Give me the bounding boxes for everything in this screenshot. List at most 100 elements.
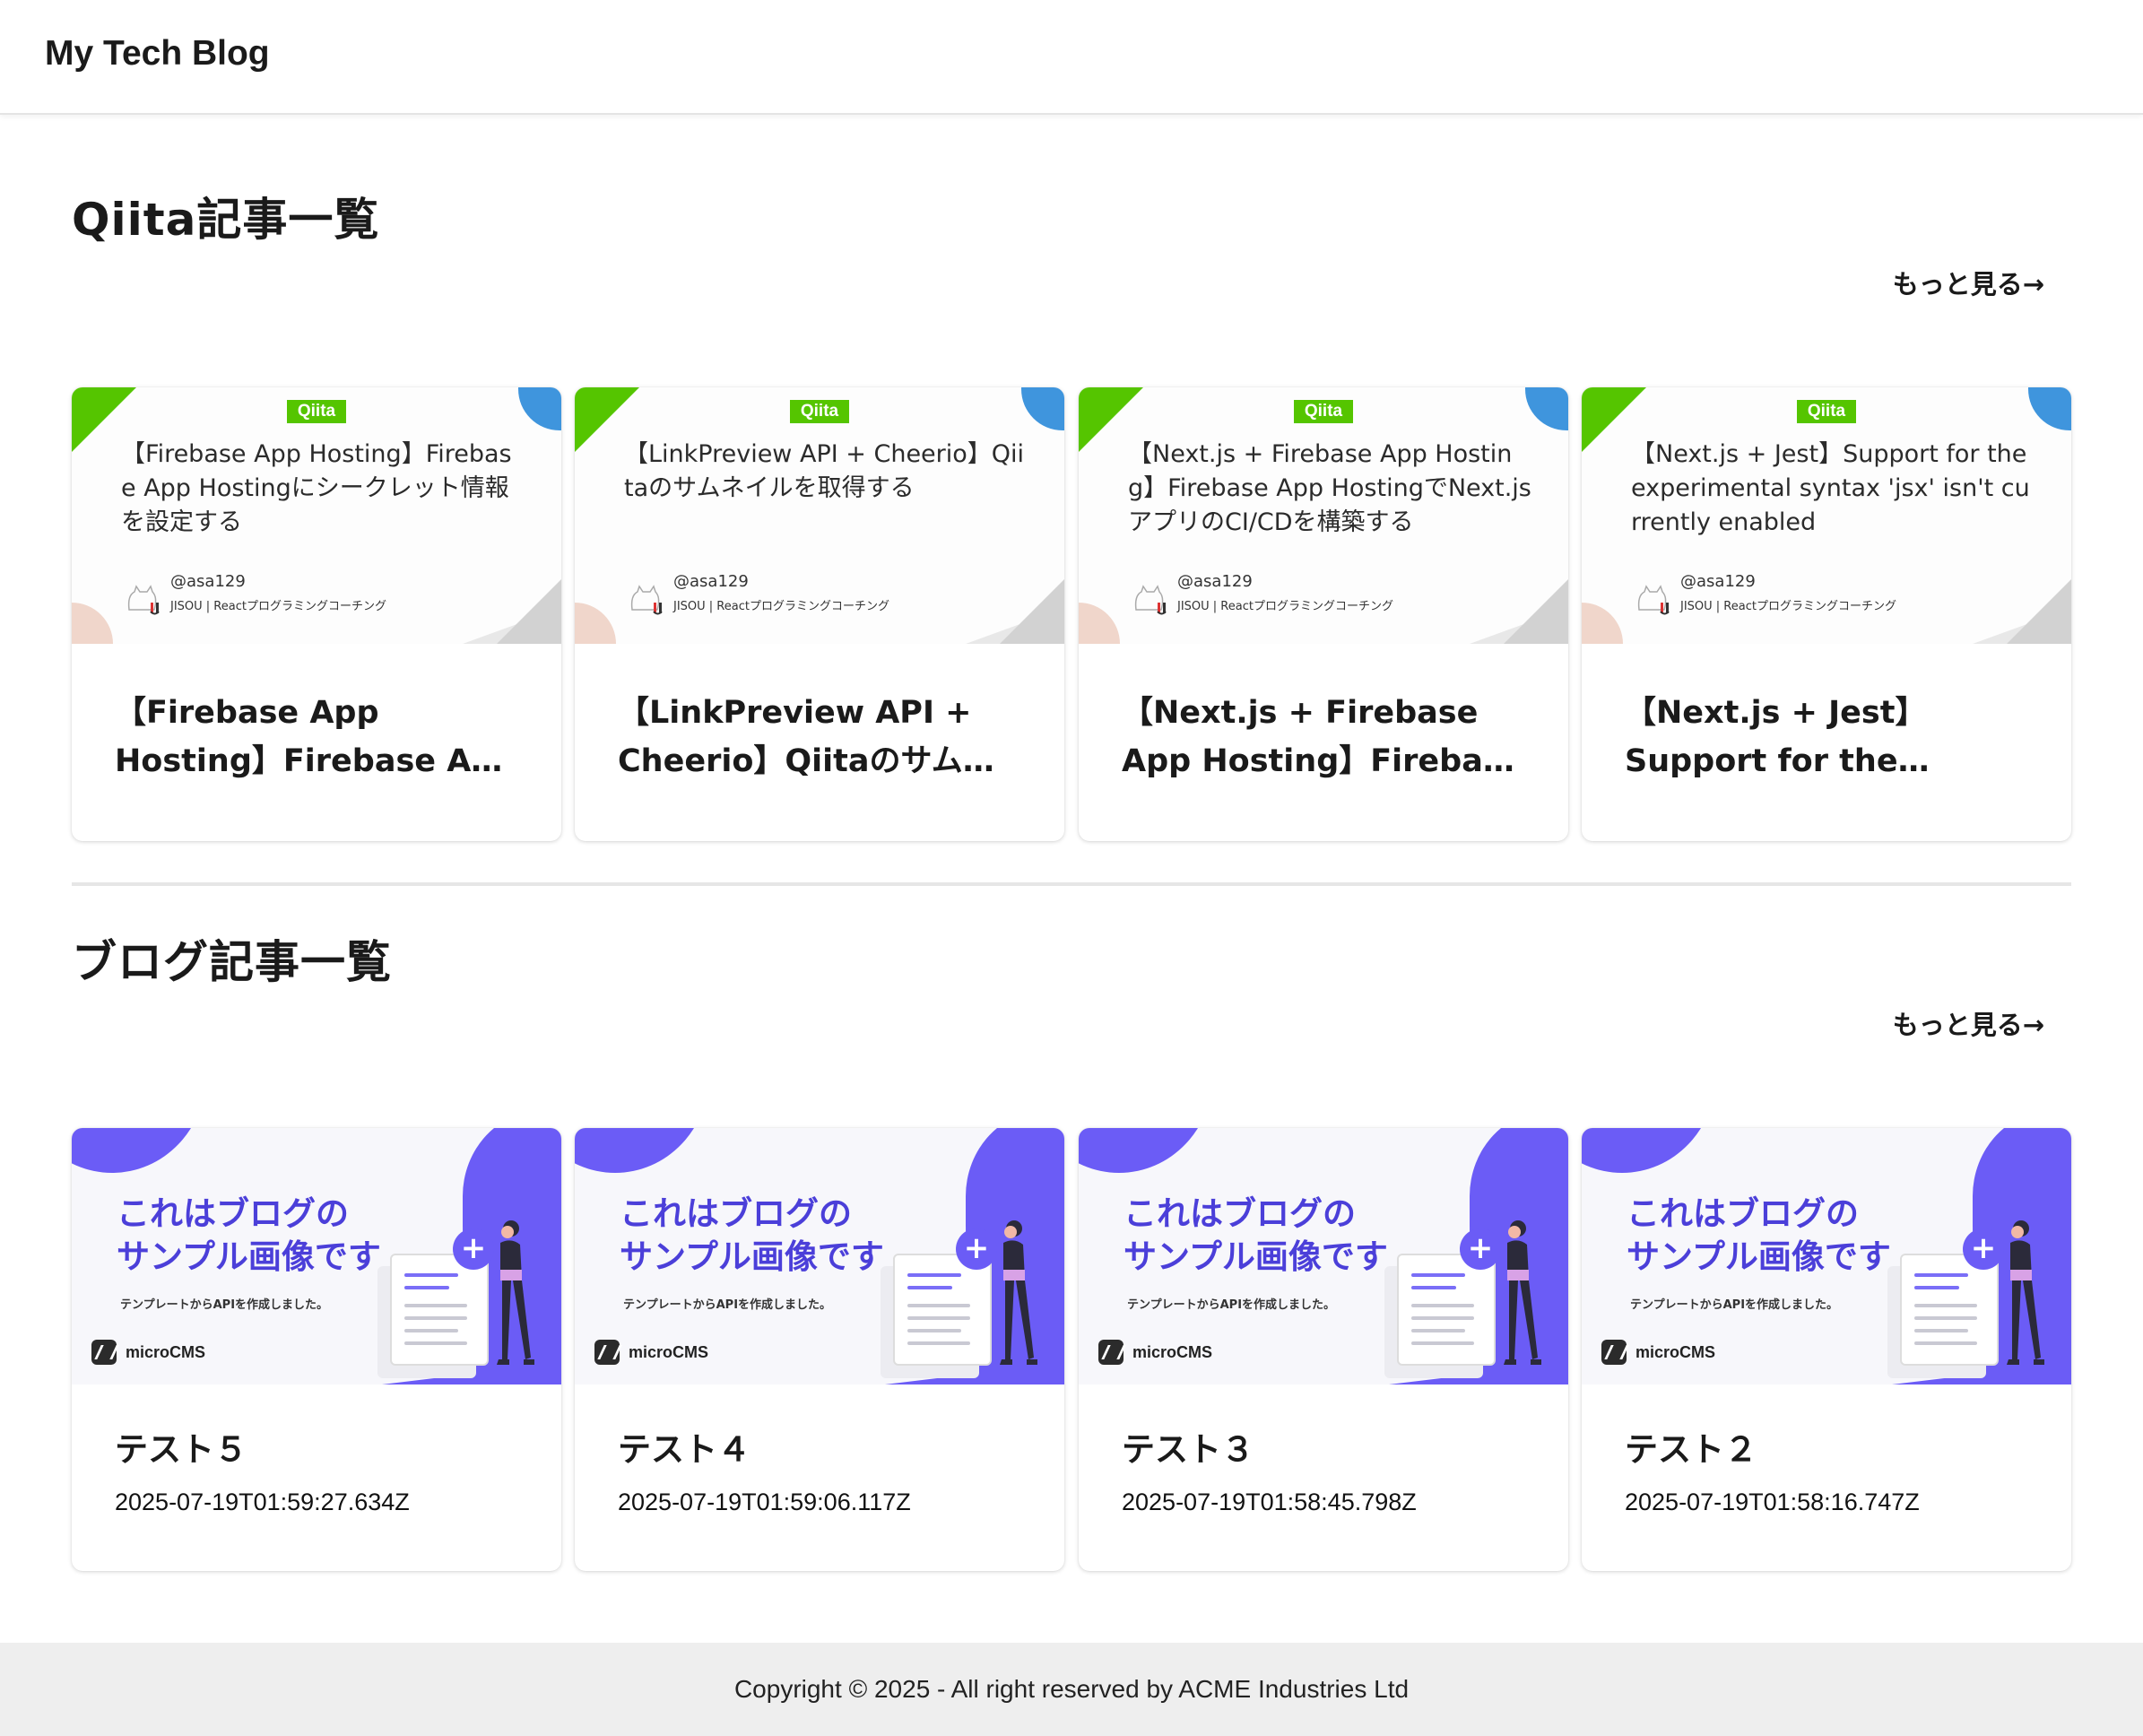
thumbnail-title: 【LinkPreview API + Cheerio】Qiitaのサムネイルを取… <box>624 440 1025 502</box>
microcms-brand: microCMS <box>126 1342 206 1361</box>
qiita-article-card[interactable]: Qiita 【Firebase App Hosting】Firebase App… <box>72 387 561 841</box>
headline-line-2: サンプル画像です <box>1124 1237 1388 1276</box>
cat-avatar-icon <box>630 585 663 615</box>
microcms-logo: microCMS <box>91 1340 205 1365</box>
thumbnail-subtext: テンプレートからAPIを作成しました。 <box>120 1298 329 1312</box>
thumbnail-headline: これはブログの サンプル画像です <box>1124 1193 1388 1279</box>
purple-blob-shape <box>575 1128 709 1173</box>
blog-thumbnail: これはブログの サンプル画像です テンプレートからAPIを作成しました。 mic… <box>72 1128 561 1384</box>
document-illustration <box>893 1254 992 1366</box>
blog-more-link[interactable]: もっと見る→ <box>1893 1004 2044 1042</box>
pink-corner-shape <box>1079 603 1120 644</box>
qiita-article-card[interactable]: Qiita 【LinkPreview API + Cheerio】Qiitaのサ… <box>575 387 1064 841</box>
card-title[interactable]: テスト３ <box>1122 1429 1525 1471</box>
author-name: @asa129 <box>673 572 749 591</box>
headline-line-1: これはブログの <box>620 1194 852 1233</box>
person-illustration <box>1504 1220 1541 1365</box>
document-illustration <box>390 1254 489 1366</box>
blog-thumbnail: これはブログの サンプル画像です テンプレートからAPIを作成しました。 mic… <box>575 1128 1064 1384</box>
pink-corner-shape <box>72 603 113 644</box>
section-divider <box>72 882 2071 886</box>
purple-blob-shape <box>1582 1128 1716 1173</box>
qiita-section-title: Qiita記事一覧 <box>72 194 380 246</box>
card-title[interactable]: 【Next.js + Jest】Support for the experime… <box>1625 689 2028 786</box>
site-title[interactable]: My Tech Blog <box>45 34 270 74</box>
card-title[interactable]: 【Firebase App Hosting】Firebase App Hosti… <box>115 689 518 786</box>
blog-thumbnail: これはブログの サンプル画像です テンプレートからAPIを作成しました。 mic… <box>1582 1128 2071 1384</box>
card-title[interactable]: テスト５ <box>115 1429 518 1471</box>
microcms-logo: microCMS <box>1098 1340 1212 1365</box>
qiita-article-card[interactable]: Qiita 【Next.js + Firebase App Hosting】Fi… <box>1079 387 1568 841</box>
blog-section-title: ブログ記事一覧 <box>72 936 392 988</box>
qiita-thumbnail: Qiita 【Next.js + Firebase App Hosting】Fi… <box>1079 387 1568 644</box>
site-footer: Copyright © 2025 - All right reserved by… <box>0 1643 2143 1736</box>
card-title[interactable]: 【Next.js + Firebase App Hosting】Firebase… <box>1122 689 1525 786</box>
copyright-text: Copyright © 2025 - All right reserved by… <box>733 1675 1410 1703</box>
qiita-logo: Qiita <box>1797 400 1856 423</box>
qiita-article-card[interactable]: Qiita 【Next.js + Jest】Support for the ex… <box>1582 387 2071 841</box>
thumbnail-title: 【Next.js + Jest】Support for the experime… <box>1631 440 2030 536</box>
blue-corner-shape <box>518 387 561 430</box>
thumbnail-subtext: テンプレートからAPIを作成しました。 <box>1127 1298 1336 1312</box>
card-date: 2025-07-19T01:58:16.747Z <box>1625 1489 1920 1515</box>
microcms-logo-icon <box>91 1340 117 1365</box>
card-date: 2025-07-19T01:58:45.798Z <box>1122 1489 1417 1515</box>
cat-avatar-icon <box>1637 585 1670 615</box>
gray-corner-shape-dark <box>1504 579 1568 644</box>
person-illustration <box>1000 1220 1037 1365</box>
blue-corner-shape <box>1525 387 1568 430</box>
author-organization: JISOU | Reactプログラミングコーチング <box>673 600 889 613</box>
thumbnail-title: 【Next.js + Firebase App Hosting】Firebase… <box>1128 440 1531 536</box>
author-name: @asa129 <box>170 572 246 591</box>
blue-corner-shape <box>1021 387 1064 430</box>
document-illustration <box>1900 1254 1999 1366</box>
thumbnail-headline: これはブログの サンプル画像です <box>620 1193 884 1279</box>
author-name: @asa129 <box>1177 572 1253 591</box>
microcms-logo: microCMS <box>1601 1340 1715 1365</box>
qiita-thumbnail: Qiita 【LinkPreview API + Cheerio】Qiitaのサ… <box>575 387 1064 644</box>
pink-corner-shape <box>575 603 616 644</box>
thumbnail-headline: これはブログの サンプル画像です <box>1627 1193 1891 1279</box>
card-title[interactable]: テスト４ <box>618 1429 1021 1471</box>
person-illustration <box>497 1220 534 1365</box>
thumbnail-headline: これはブログの サンプル画像です <box>117 1193 381 1279</box>
blog-article-card[interactable]: これはブログの サンプル画像です テンプレートからAPIを作成しました。 mic… <box>72 1128 561 1571</box>
headline-line-1: これはブログの <box>117 1194 349 1233</box>
qiita-more-link[interactable]: もっと見る→ <box>1893 264 2044 301</box>
qiita-logo: Qiita <box>287 400 346 423</box>
card-title[interactable]: 【LinkPreview API + Cheerio】Qiitaのサムネイルを取… <box>618 689 1021 786</box>
card-title[interactable]: テスト２ <box>1625 1429 2028 1471</box>
microcms-brand: microCMS <box>1132 1342 1213 1361</box>
gray-corner-shape-dark <box>497 579 561 644</box>
document-illustration <box>1397 1254 1496 1366</box>
thumbnail-title: 【Firebase App Hosting】Firebase App Hosti… <box>121 440 512 536</box>
blog-article-card[interactable]: これはブログの サンプル画像です テンプレートからAPIを作成しました。 mic… <box>1079 1128 1568 1571</box>
author-organization: JISOU | Reactプログラミングコーチング <box>170 600 386 613</box>
microcms-brand: microCMS <box>1635 1342 1716 1361</box>
card-date: 2025-07-19T01:59:27.634Z <box>115 1489 410 1515</box>
purple-blob-shape <box>1079 1128 1213 1173</box>
headline-line-1: これはブログの <box>1124 1194 1356 1233</box>
microcms-logo-icon <box>1601 1340 1627 1365</box>
author-organization: JISOU | Reactプログラミングコーチング <box>1177 600 1393 613</box>
card-date: 2025-07-19T01:59:06.117Z <box>618 1489 911 1515</box>
pink-corner-shape <box>1582 603 1623 644</box>
gray-corner-shape-dark <box>2007 579 2071 644</box>
microcms-logo: microCMS <box>594 1340 708 1365</box>
blog-article-card[interactable]: これはブログの サンプル画像です テンプレートからAPIを作成しました。 mic… <box>575 1128 1064 1571</box>
microcms-brand: microCMS <box>629 1342 709 1361</box>
site-header: My Tech Blog <box>0 0 2143 115</box>
headline-line-2: サンプル画像です <box>1627 1237 1891 1276</box>
person-illustration <box>2007 1220 2044 1365</box>
qiita-thumbnail: Qiita 【Next.js + Jest】Support for the ex… <box>1582 387 2071 644</box>
headline-line-2: サンプル画像です <box>620 1237 884 1276</box>
microcms-logo-icon <box>1098 1340 1124 1365</box>
cat-avatar-icon <box>127 585 160 615</box>
thumbnail-subtext: テンプレートからAPIを作成しました。 <box>623 1298 832 1312</box>
cat-avatar-icon <box>1134 585 1167 615</box>
headline-line-1: これはブログの <box>1627 1194 1859 1233</box>
blog-article-card[interactable]: これはブログの サンプル画像です テンプレートからAPIを作成しました。 mic… <box>1582 1128 2071 1571</box>
qiita-logo: Qiita <box>790 400 849 423</box>
thumbnail-subtext: テンプレートからAPIを作成しました。 <box>1630 1298 1839 1312</box>
headline-line-2: サンプル画像です <box>117 1237 381 1276</box>
